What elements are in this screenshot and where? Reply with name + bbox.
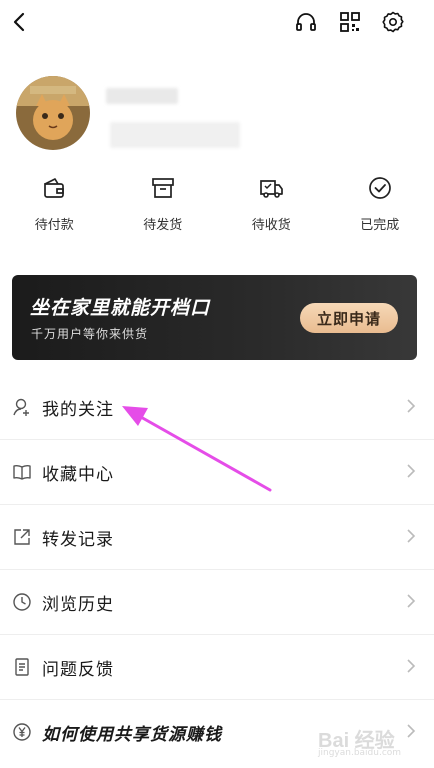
top-bar xyxy=(0,0,434,44)
order-label: 已完成 xyxy=(360,218,400,233)
apply-button[interactable]: 立即申请 xyxy=(300,303,398,333)
order-pending-shipment[interactable]: 待发货 xyxy=(109,172,218,242)
menu-item-browse-history[interactable]: 浏览历史 xyxy=(0,570,434,635)
back-arrow-icon[interactable] xyxy=(6,8,34,36)
share-icon xyxy=(12,527,32,547)
promo-banner[interactable]: 坐在家里就能开档口 千万用户等你来供货 立即申请 xyxy=(12,275,417,360)
menu-item-label: 我的关注 xyxy=(42,400,114,420)
truck-icon xyxy=(255,172,287,204)
watermark: Bai 经验 jingyan.baidu.com xyxy=(316,716,424,760)
menu-item-feedback[interactable]: 问题反馈 xyxy=(0,635,434,700)
watermark-url: jingyan.baidu.com xyxy=(318,748,402,758)
gear-icon[interactable] xyxy=(379,8,407,36)
headset-icon[interactable] xyxy=(292,8,320,36)
banner-subtitle: 千万用户等你来供货 xyxy=(31,327,149,341)
order-label: 待收货 xyxy=(251,218,291,233)
user-follow-icon xyxy=(12,397,32,417)
yuan-icon xyxy=(12,722,32,742)
menu-item-label: 问题反馈 xyxy=(42,660,114,680)
order-pending-payment[interactable]: 待付款 xyxy=(0,172,109,242)
chevron-right-icon xyxy=(406,398,416,414)
profile-section xyxy=(0,70,434,160)
wallet-icon xyxy=(38,172,70,204)
chevron-right-icon xyxy=(406,593,416,609)
menu-item-following[interactable]: 我的关注 xyxy=(0,375,434,440)
chevron-right-icon xyxy=(406,463,416,479)
chevron-right-icon xyxy=(406,528,416,544)
order-label: 待付款 xyxy=(34,218,74,233)
menu-list: 我的关注 收藏中心 转发记录 浏览历史 问题反馈 如何使用共享货源赚钱 xyxy=(0,375,434,764)
check-circle-icon xyxy=(364,172,396,204)
order-completed[interactable]: 已完成 xyxy=(326,172,434,242)
blurred-user-info xyxy=(110,122,240,148)
order-label: 待发货 xyxy=(143,218,183,233)
avatar[interactable] xyxy=(16,76,90,150)
order-pending-receipt[interactable]: 待收货 xyxy=(217,172,326,242)
menu-item-label: 转发记录 xyxy=(42,530,114,550)
chevron-right-icon xyxy=(406,658,416,674)
menu-item-label: 浏览历史 xyxy=(42,595,114,615)
blurred-username xyxy=(106,88,178,104)
book-icon xyxy=(12,462,32,482)
menu-item-label: 如何使用共享货源赚钱 xyxy=(42,725,222,745)
feedback-icon xyxy=(12,657,32,677)
menu-item-share-history[interactable]: 转发记录 xyxy=(0,505,434,570)
menu-item-label: 收藏中心 xyxy=(42,465,114,485)
clock-icon xyxy=(12,592,32,612)
banner-title: 坐在家里就能开档口 xyxy=(30,297,211,319)
menu-item-favorites[interactable]: 收藏中心 xyxy=(0,440,434,505)
box-icon xyxy=(147,172,179,204)
qr-code-icon[interactable] xyxy=(336,8,364,36)
order-status-bar: 待付款 待发货 待收货 已完成 xyxy=(0,172,434,242)
